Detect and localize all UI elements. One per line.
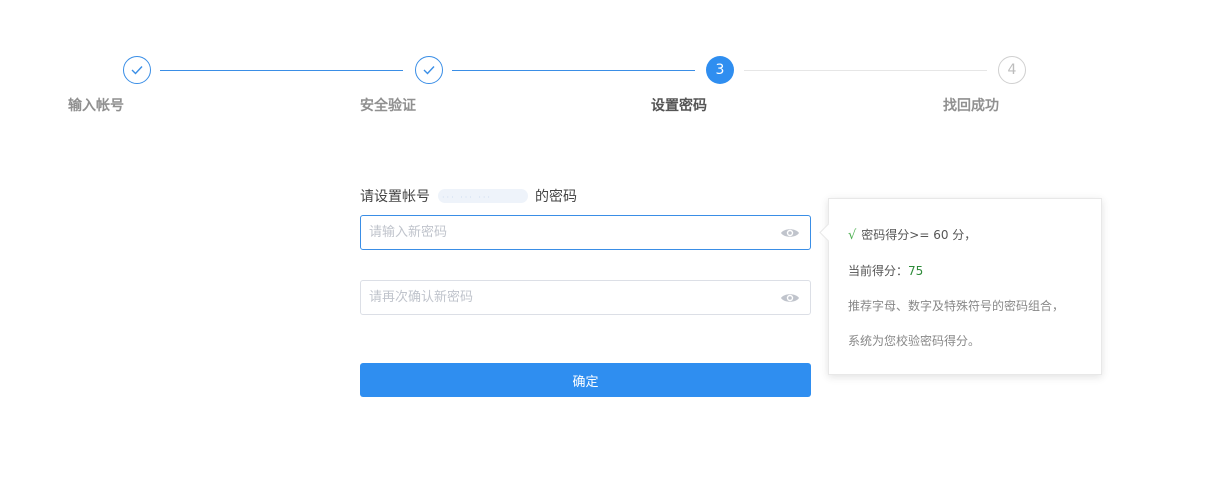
step-4-label: 找回成功	[943, 98, 999, 114]
new-password-field	[360, 215, 811, 250]
hint-line-1: 推荐字母、数字及特殊符号的密码组合，	[848, 299, 1065, 313]
step-4-number: 4	[1007, 62, 1017, 78]
step-4-circle: 4	[998, 56, 1026, 84]
step-1-circle	[123, 56, 151, 84]
new-password-input[interactable]	[361, 216, 769, 249]
confirm-password-field	[360, 280, 811, 315]
eye-icon[interactable]	[780, 225, 800, 241]
step-3-circle: 3	[706, 56, 734, 84]
step-connector-3	[744, 70, 987, 71]
step-1-label: 输入帐号	[68, 98, 124, 114]
step-3-label: 设置密码	[651, 98, 707, 114]
confirm-password-input[interactable]	[361, 281, 769, 314]
step-connector-2	[452, 70, 695, 71]
check-icon	[423, 66, 435, 75]
current-score-label: 当前得分：	[848, 264, 909, 278]
step-2-circle	[415, 56, 443, 84]
masked-account: ··· ··· ···	[438, 189, 528, 203]
hint-line-2: 系统为您校验密码得分。	[848, 334, 981, 348]
requirement-line: √ 密码得分>= 60 分，	[848, 226, 976, 243]
form-title: 请设置帐号 ··· ··· ··· 的密码	[360, 186, 577, 206]
requirement-text: 密码得分>= 60 分，	[861, 228, 977, 242]
password-strength-tooltip: √ 密码得分>= 60 分， 当前得分：75 推荐字母、数字及特殊符号的密码组合，…	[819, 198, 1102, 375]
step-3-number: 3	[715, 62, 725, 78]
form-title-suffix: 的密码	[535, 189, 577, 205]
form-title-prefix: 请设置帐号	[360, 189, 430, 205]
current-score-line: 当前得分：75	[848, 262, 923, 279]
check-icon	[131, 66, 143, 75]
step-2-label: 安全验证	[360, 98, 416, 114]
step-connector-1	[160, 70, 403, 71]
reset-password-page: 3 4 输入帐号 安全验证 设置密码 找回成功 请设置帐号 ··· ··· ··…	[0, 0, 1227, 499]
masked-account-text: ··· ··· ···	[442, 193, 492, 202]
tooltip-arrow	[819, 223, 838, 242]
submit-button[interactable]: 确定	[360, 363, 811, 397]
check-icon: √	[848, 228, 857, 243]
current-score-value: 75	[908, 264, 924, 278]
eye-icon[interactable]	[780, 290, 800, 306]
